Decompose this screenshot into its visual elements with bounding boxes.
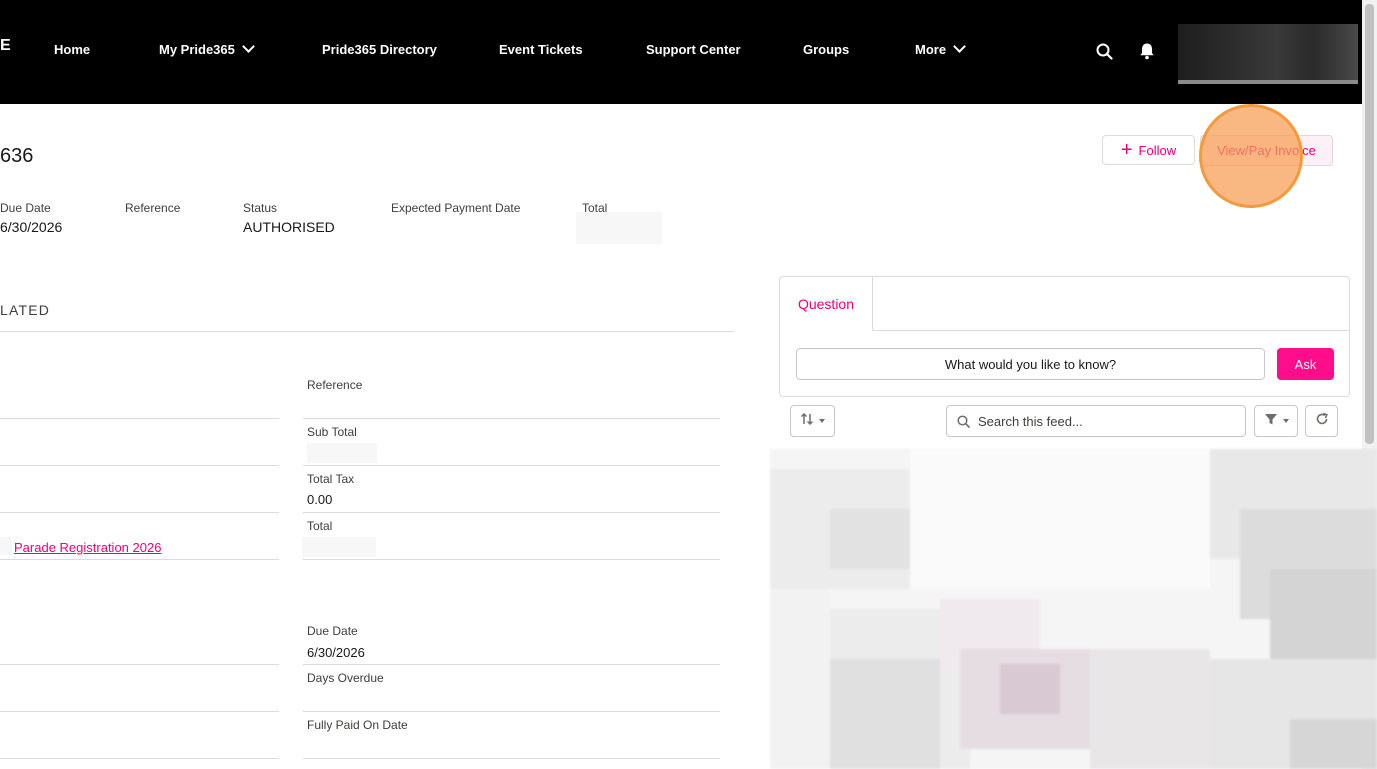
field-divider xyxy=(0,465,279,466)
header-label-status: Status xyxy=(243,201,278,215)
view-pay-invoice-button[interactable]: View/Pay Invoice xyxy=(1200,135,1333,166)
field-divider xyxy=(303,418,720,419)
filter-icon xyxy=(1264,412,1278,431)
field-value-total-tax: 0.00 xyxy=(307,492,333,507)
profile-divider xyxy=(1178,80,1358,84)
feed-search-input[interactable]: Search this feed... xyxy=(946,405,1246,437)
header-value-status: AUTHORISED xyxy=(243,219,335,235)
nav-my-pride365[interactable]: My Pride365 xyxy=(159,40,255,57)
header-label-reference: Reference xyxy=(125,201,181,215)
field-divider xyxy=(303,758,720,759)
field-divider xyxy=(0,559,279,560)
nav-home[interactable]: Home xyxy=(54,42,90,57)
field-divider xyxy=(0,418,279,419)
question-input[interactable]: What would you like to know? xyxy=(796,348,1265,380)
header-value-due-date: 6/30/2026 xyxy=(0,219,63,235)
field-divider xyxy=(303,465,720,466)
search-icon[interactable] xyxy=(1096,43,1113,65)
field-divider xyxy=(303,512,720,513)
blurred-sub-total xyxy=(307,443,377,463)
top-nav-bar: E Home My Pride365 Pride365 Directory Ev… xyxy=(0,0,1362,104)
nav-more-label: More xyxy=(915,42,947,57)
field-label-total: Total xyxy=(307,519,333,533)
blurred-link-prefix xyxy=(0,537,12,555)
field-divider xyxy=(0,664,279,665)
redacted-feed-content xyxy=(770,449,1377,769)
blurred-total-value xyxy=(576,212,662,244)
header-label-expected-payment-date: Expected Payment Date xyxy=(391,201,521,215)
search-icon xyxy=(957,414,970,428)
nav-more[interactable]: More xyxy=(915,40,966,57)
user-profile-menu[interactable] xyxy=(1178,24,1358,84)
caret-down-icon xyxy=(819,419,825,423)
nav-pride365-directory[interactable]: Pride365 Directory xyxy=(322,42,437,57)
bell-icon[interactable] xyxy=(1138,42,1156,65)
feed-search-placeholder: Search this feed... xyxy=(978,413,1083,429)
tab-question[interactable]: Question xyxy=(780,277,873,331)
chevron-down-icon xyxy=(953,40,966,53)
scrollbar-thumb[interactable] xyxy=(1365,4,1374,444)
blurred-total xyxy=(302,537,376,557)
section-divider xyxy=(0,331,734,332)
field-value-due-date: 6/30/2026 xyxy=(307,645,365,660)
refresh-button[interactable] xyxy=(1305,405,1338,437)
tab-divider xyxy=(872,330,1350,331)
plus-icon: + xyxy=(1120,139,1133,161)
field-divider xyxy=(0,711,279,712)
field-label-fully-paid-on-date: Fully Paid On Date xyxy=(307,718,408,732)
record-title: 636 xyxy=(0,145,34,167)
nav-groups[interactable]: Groups xyxy=(803,42,849,57)
sort-button[interactable] xyxy=(790,405,835,437)
field-divider xyxy=(303,711,720,712)
field-divider xyxy=(303,559,720,560)
header-label-due-date: Due Date xyxy=(0,201,51,215)
field-label-reference: Reference xyxy=(307,378,363,392)
chevron-down-icon xyxy=(242,40,255,53)
nav-event-tickets[interactable]: Event Tickets xyxy=(499,42,583,57)
tab-related[interactable]: LATED xyxy=(0,302,50,318)
logo[interactable]: E xyxy=(0,37,11,55)
nav-support-center[interactable]: Support Center xyxy=(646,42,741,57)
field-divider xyxy=(0,758,279,759)
ask-button[interactable]: Ask xyxy=(1277,348,1334,380)
filter-button[interactable] xyxy=(1254,405,1298,437)
field-label-total-tax: Total Tax xyxy=(307,472,355,486)
field-divider xyxy=(303,664,720,665)
field-label-days-overdue: Days Overdue xyxy=(307,671,384,685)
follow-label: Follow xyxy=(1138,142,1177,158)
nav-my-pride365-label: My Pride365 xyxy=(159,42,235,57)
field-divider xyxy=(0,512,279,513)
field-label-due-date: Due Date xyxy=(307,624,358,638)
field-label-sub-total: Sub Total xyxy=(307,425,357,439)
follow-button[interactable]: + Follow xyxy=(1102,135,1195,165)
refresh-icon xyxy=(1315,412,1329,431)
related-record-link[interactable]: Parade Registration 2026 xyxy=(14,540,161,555)
sort-icon xyxy=(800,412,814,431)
caret-down-icon xyxy=(1282,419,1289,423)
question-publisher: Question What would you like to know? As… xyxy=(779,276,1350,397)
